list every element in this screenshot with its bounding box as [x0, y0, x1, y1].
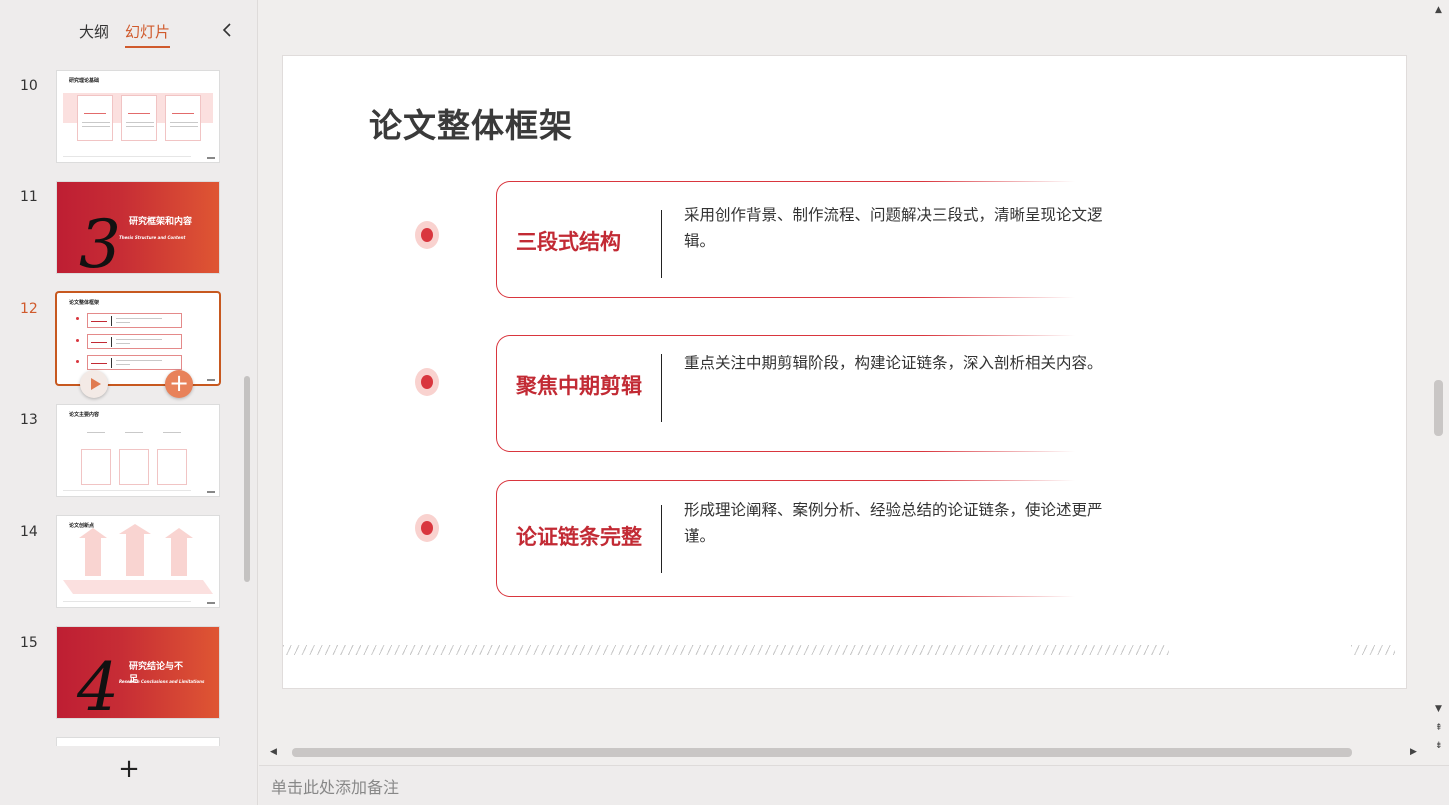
- slide-title[interactable]: 论文整体框架: [369, 99, 573, 147]
- slide-number: 10: [20, 78, 38, 94]
- framework-card[interactable]: 聚焦中期剪辑 重点关注中期剪辑阶段，构建论证链条，深入剖析相关内容。: [496, 334, 1113, 455]
- slide-number: 12: [20, 301, 38, 317]
- decorative-hatch: [283, 645, 1169, 655]
- scroll-up-icon[interactable]: ▲: [1435, 5, 1442, 15]
- thumb-section-subtitle: Research Conclusions and Limitations: [119, 679, 205, 684]
- thumb-title: 研究理论基础: [69, 78, 100, 84]
- next-slide-icon[interactable]: ⇟: [1435, 741, 1443, 751]
- notes-placeholder[interactable]: 单击此处添加备注: [271, 774, 399, 798]
- card-heading: 论证链条完整: [516, 525, 642, 549]
- card-divider: [661, 354, 662, 422]
- slide-thumbnail-10[interactable]: 研究理论基础: [57, 71, 219, 162]
- thumb-section-subtitle: Thesis Structure and Content: [119, 235, 186, 240]
- card-text: 形成理论阐释、案例分析、经验总结的论证链条，使论述更严谨。: [684, 501, 1103, 545]
- slide-thumbnail-15[interactable]: 4 研究结论与不足 Research Conclusions and Limit…: [57, 627, 219, 718]
- section-number: 4: [77, 649, 119, 719]
- card-text: 采用创作背景、制作流程、问题解决三段式，清晰呈现论文逻辑。: [684, 206, 1103, 250]
- scroll-down-icon[interactable]: ▼: [1435, 704, 1442, 714]
- bullet-dot-icon: [415, 368, 439, 396]
- slide-thumbnail-13[interactable]: 论文主要内容: [57, 405, 219, 496]
- thumb-row: [87, 355, 182, 370]
- slide-thumbnail-12[interactable]: 论文整体框架: [57, 293, 219, 384]
- card-heading: 聚焦中期剪辑: [516, 374, 642, 398]
- tab-slides[interactable]: 幻灯片: [125, 21, 171, 48]
- section-number: 3: [79, 206, 121, 274]
- scroll-right-icon[interactable]: ▶: [1410, 747, 1417, 757]
- slide-thumbnail-11[interactable]: 3 研究框架和内容 Thesis Structure and Content: [57, 182, 219, 273]
- framework-card[interactable]: 论证链条完整 形成理论阐释、案例分析、经验总结的论证链条，使论述更严谨。: [496, 479, 1113, 600]
- collapse-panel-icon[interactable]: [218, 20, 236, 40]
- thumb-card: [121, 95, 157, 141]
- new-slide-button[interactable]: +: [116, 756, 142, 783]
- card-text: 重点关注中期剪辑阶段，构建论证链条，深入剖析相关内容。: [684, 354, 1103, 372]
- thumb-row: [87, 313, 182, 328]
- tab-outline[interactable]: 大纲: [79, 21, 109, 42]
- slides-panel: 大纲 幻灯片 10 研究理论基础 11 3 研究框架和内容 Thesis Str…: [0, 0, 258, 805]
- thumb-card: [81, 449, 111, 485]
- thumb-card: [119, 449, 149, 485]
- add-slide-after-icon[interactable]: +: [165, 370, 193, 398]
- framework-card[interactable]: 三段式结构 采用创作背景、制作流程、问题解决三段式，清晰呈现论文逻辑。: [496, 180, 1113, 301]
- slide-thumbnail-list: 10 研究理论基础 11 3 研究框架和内容 Thesis Structure …: [0, 64, 250, 746]
- bullet-dot-icon: [415, 221, 439, 249]
- slide-canvas[interactable]: 论文整体框架 三段式结构 采用创作背景、制作流程、问题解决三段式，清晰呈现论文逻…: [283, 56, 1406, 688]
- slide-number: 13: [20, 412, 38, 428]
- scroll-left-icon[interactable]: ◀: [270, 747, 277, 757]
- play-slide-icon[interactable]: [80, 370, 108, 398]
- slide-number: 14: [20, 524, 38, 540]
- card-heading: 三段式结构: [516, 230, 621, 254]
- thumb-card: [165, 95, 201, 141]
- vertical-scrollbar[interactable]: [1434, 380, 1443, 436]
- thumb-section-title: 研究框架和内容: [129, 217, 193, 227]
- thumb-row: [87, 334, 182, 349]
- slide-thumbnail-14[interactable]: 论文创新点: [57, 516, 219, 607]
- notes-pane[interactable]: 单击此处添加备注: [259, 765, 1449, 805]
- decorative-hatch: [1351, 645, 1395, 655]
- thumb-card: [157, 449, 187, 485]
- prev-slide-icon[interactable]: ⇞: [1435, 723, 1443, 733]
- card-divider: [661, 210, 662, 278]
- panel-scrollbar[interactable]: [244, 376, 250, 582]
- thumb-card: [77, 95, 113, 141]
- bullet-dot-icon: [415, 514, 439, 542]
- card-divider: [661, 505, 662, 573]
- horizontal-scrollbar[interactable]: [292, 748, 1352, 757]
- thumb-title: 论文主要内容: [69, 412, 100, 418]
- slide-thumbnail-16[interactable]: [57, 738, 219, 746]
- thumb-title: 论文整体框架: [69, 300, 100, 306]
- slide-number: 15: [20, 635, 38, 651]
- slide-number: 11: [20, 189, 38, 205]
